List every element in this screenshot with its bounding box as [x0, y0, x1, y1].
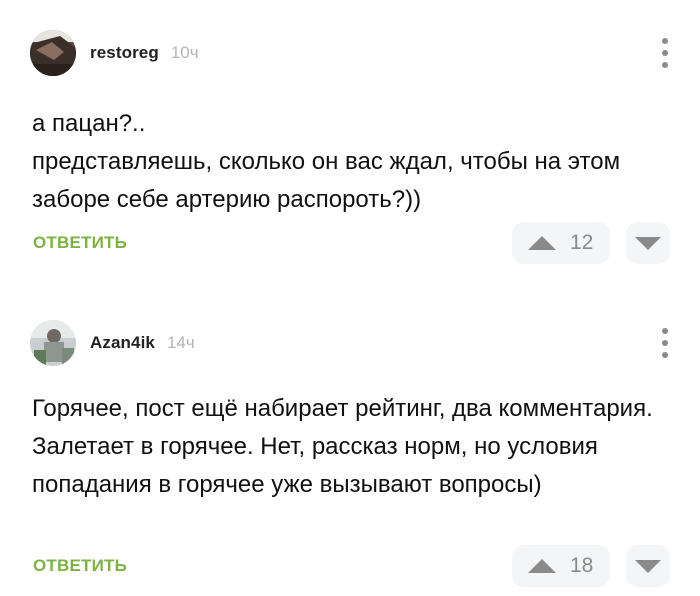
username[interactable]: restoreg	[90, 43, 159, 63]
arrow-down-icon	[635, 236, 661, 250]
arrow-down-icon	[635, 559, 661, 573]
username[interactable]: Azan4ik	[90, 333, 155, 353]
rating-count: 12	[570, 231, 594, 254]
reply-button[interactable]: ОТВЕТИТЬ	[33, 556, 127, 576]
downvote-button[interactable]	[626, 222, 670, 264]
avatar-image	[30, 320, 76, 366]
comment-line: представляешь, сколько он вас ждал, чтоб…	[32, 148, 621, 213]
comment-line: Горячее, пост ещё набирает рейтинг, два …	[32, 395, 653, 498]
comment-line: а пацан?..	[32, 110, 146, 137]
arrow-up-icon	[528, 236, 556, 250]
timestamp: 14ч	[166, 333, 195, 352]
comment-text: Горячее, пост ещё набирает рейтинг, два …	[32, 390, 662, 504]
kebab-menu-icon[interactable]	[660, 328, 670, 358]
arrow-up-icon	[528, 559, 556, 573]
upvote-button[interactable]: 18	[512, 545, 610, 587]
comment-header: restoreg 10ч	[30, 30, 199, 76]
downvote-button[interactable]	[626, 545, 670, 587]
rating-count: 18	[570, 554, 594, 577]
comment-header: Azan4ik 14ч	[30, 320, 195, 366]
kebab-menu-icon[interactable]	[660, 38, 670, 68]
comment-text: а пацан?.. представляешь, сколько он вас…	[32, 105, 662, 219]
reply-button[interactable]: ОТВЕТИТЬ	[33, 233, 127, 253]
timestamp: 10ч	[170, 43, 199, 62]
upvote-button[interactable]: 12	[512, 222, 610, 264]
avatar[interactable]	[30, 320, 76, 366]
avatar-image	[30, 30, 76, 76]
avatar[interactable]	[30, 30, 76, 76]
